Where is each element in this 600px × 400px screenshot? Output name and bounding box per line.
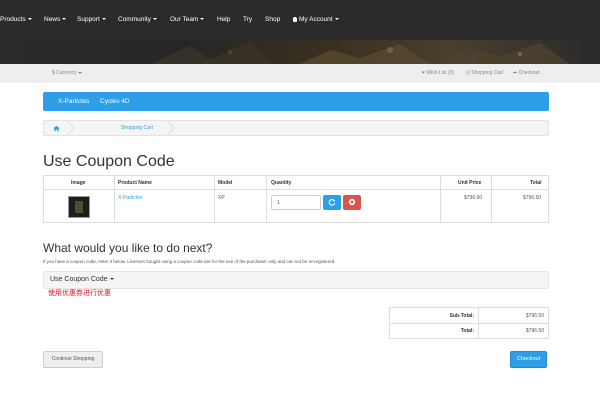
- chevron-down-icon: [27, 18, 32, 21]
- breadcrumb-separator-icon: [166, 121, 175, 135]
- coupon-label: Use Coupon Code: [50, 276, 108, 283]
- nav-label: Shop: [265, 16, 281, 23]
- user-icon: [293, 17, 297, 22]
- column-divider: [214, 176, 215, 222]
- nav-item-news[interactable]: News: [44, 0, 67, 40]
- currency-label: $ Currency: [52, 70, 77, 76]
- remove-item-button[interactable]: [343, 195, 361, 210]
- total-value: $796.50: [523, 195, 542, 201]
- heart-icon: ♥: [422, 70, 425, 76]
- nav-label: News: [44, 16, 61, 23]
- breadcrumb-separator-icon: [66, 121, 75, 135]
- column-divider: [491, 176, 492, 222]
- wishlist-label: Wish List (0): [426, 70, 455, 76]
- column-divider: [266, 176, 267, 222]
- refresh-icon: [328, 198, 336, 206]
- column-divider: [440, 176, 441, 222]
- header-model: Model: [218, 180, 233, 186]
- subtotal-value: $796.50: [525, 313, 544, 319]
- category-cycles-4d[interactable]: Cycles 4D: [100, 92, 130, 111]
- nav-item-community[interactable]: Community: [118, 0, 157, 40]
- header-total: Total: [530, 180, 542, 186]
- quantity-input[interactable]: [271, 195, 321, 210]
- cart-label: Shopping Cart: [471, 70, 504, 76]
- column-divider: [478, 308, 479, 338]
- nav-item-help[interactable]: Help: [217, 0, 230, 40]
- continue-shopping-button[interactable]: Continue Shopping: [43, 351, 103, 368]
- product-thumbnail-art: [75, 201, 83, 213]
- nav-label: Help: [217, 16, 231, 23]
- home-icon[interactable]: [53, 125, 60, 132]
- nav-item-try[interactable]: Try: [243, 0, 252, 40]
- nav-label: Support: [77, 16, 100, 23]
- category-menu: X-Particles Cycles 4D: [43, 92, 549, 111]
- top-navbar: Products News Support Community Our Team…: [0, 0, 600, 40]
- product-name-link[interactable]: X-Particles: [118, 195, 142, 201]
- chevron-down-icon: [200, 18, 205, 21]
- close-icon: [348, 198, 356, 206]
- nav-label: My Account: [299, 16, 333, 23]
- section-title-next: What would you like to do next?: [43, 241, 213, 255]
- checkout-label: Checkout: [518, 70, 540, 76]
- totals-table: Sub-Total: $796.50 Total: $796.50: [389, 307, 549, 339]
- currency-dropdown[interactable]: $ Currency: [52, 64, 83, 83]
- breadcrumb: Shopping Cart: [43, 120, 549, 136]
- wishlist-link[interactable]: ♥ Wish List (0): [422, 64, 454, 83]
- chevron-down-icon: [62, 18, 67, 21]
- nav-label: Community: [118, 16, 151, 23]
- cart-table: Image Product Name Model Quantity Unit P…: [43, 175, 549, 223]
- chevron-down-icon: [334, 18, 339, 21]
- product-model: XP: [218, 195, 225, 201]
- chevron-down-icon: [78, 71, 83, 74]
- category-x-particles[interactable]: X-Particles: [58, 92, 89, 111]
- coupon-chinese-note: 使用优惠券进行优惠: [48, 290, 111, 297]
- nav-item-products[interactable]: Products: [0, 0, 32, 40]
- header-image: Image: [71, 180, 86, 186]
- nav-item-my-account[interactable]: My Account: [293, 0, 339, 40]
- product-thumbnail[interactable]: [68, 196, 90, 218]
- nav-label: Our Team: [170, 16, 199, 23]
- header-banner-image: [0, 40, 600, 64]
- coupon-info-text: If you have a coupon code, enter it belo…: [43, 259, 336, 264]
- nav-label: Products: [0, 16, 26, 23]
- subtotal-label: Sub-Total:: [449, 313, 474, 319]
- update-quantity-button[interactable]: [323, 195, 341, 210]
- header-product-name: Product Name: [118, 180, 152, 186]
- total-label: Total:: [460, 328, 474, 334]
- column-divider: [114, 176, 115, 222]
- chevron-down-icon: [109, 278, 114, 281]
- nav-item-our-team[interactable]: Our Team: [170, 0, 205, 40]
- unit-price-value: $796.50: [464, 195, 483, 201]
- utility-bar: $ Currency ♥ Wish List (0) 🛒Shopping Car…: [0, 64, 600, 83]
- nav-item-support[interactable]: Support: [77, 0, 106, 40]
- grand-total-value: $796.50: [525, 328, 544, 334]
- nav-item-shop[interactable]: Shop: [265, 0, 280, 40]
- breadcrumb-shopping-cart[interactable]: Shopping Cart: [121, 121, 153, 135]
- coupon-panel-heading: Use Coupon Code: [50, 272, 114, 288]
- coupon-panel-toggle[interactable]: Use Coupon Code: [43, 271, 549, 289]
- header-quantity: Quantity: [271, 180, 292, 186]
- shopping-cart-link[interactable]: 🛒Shopping Cart: [465, 64, 503, 83]
- checkout-link[interactable]: ➦ Checkout: [513, 64, 540, 83]
- share-icon: ➦: [513, 70, 518, 76]
- banner-artwork: [0, 40, 600, 64]
- checkout-button[interactable]: Checkout: [510, 351, 547, 368]
- chevron-down-icon: [101, 18, 106, 21]
- page-title: Use Coupon Code: [43, 153, 175, 170]
- header-unit-price: Unit Price: [458, 180, 482, 186]
- nav-label: Try: [243, 16, 253, 23]
- chevron-down-icon: [152, 18, 157, 21]
